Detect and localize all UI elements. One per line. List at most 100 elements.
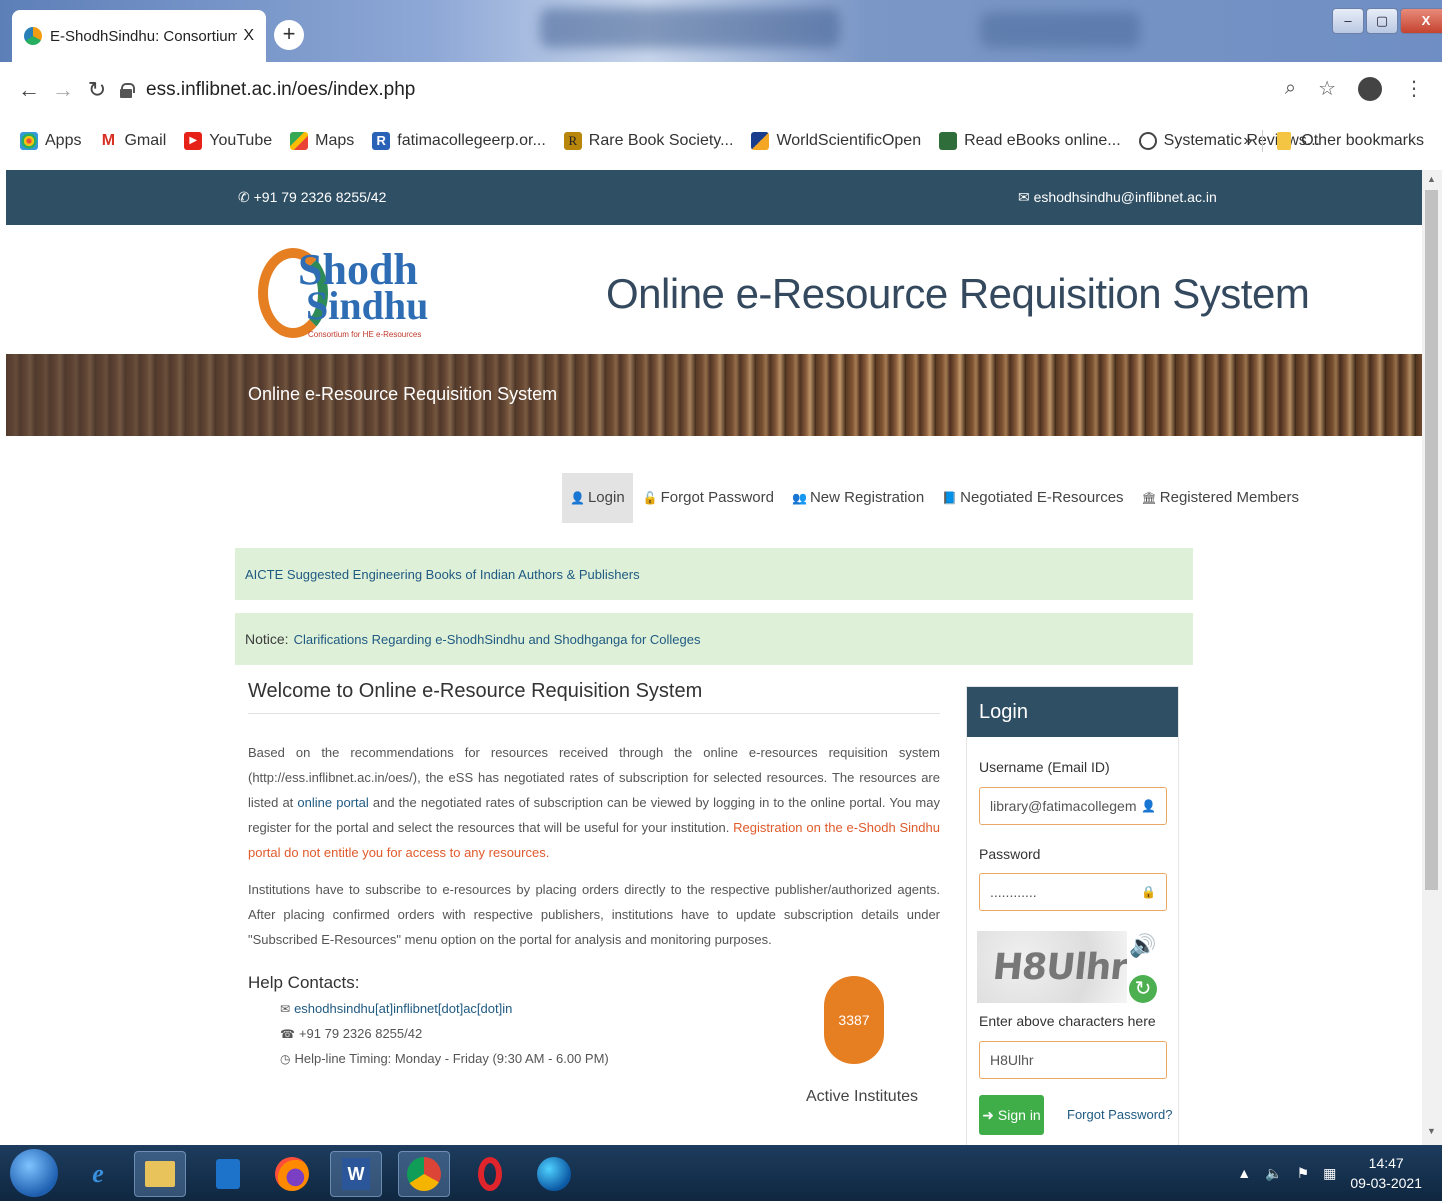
bookmark-label: Read eBooks online...	[964, 132, 1121, 149]
institution-icon: 🏛	[1141, 491, 1157, 505]
bookmark-rare-book[interactable]: R Rare Book Society...	[563, 132, 734, 150]
browser-tab[interactable]: E-ShodhSindhu: Consortium for I X	[12, 10, 266, 62]
rare-book-icon: R	[563, 132, 582, 150]
password-field[interactable]: ............ 🔒	[979, 873, 1167, 911]
envelope-icon: ✉	[280, 1002, 291, 1016]
active-institutes-count: 3387	[824, 976, 884, 1064]
help-phone-text: +91 79 2326 8255/42	[298, 1026, 423, 1041]
lock-icon: 🔒	[1141, 885, 1156, 899]
user-plus-icon: 👥	[792, 491, 807, 505]
start-button[interactable]	[10, 1149, 58, 1197]
tab-close-icon[interactable]: X	[243, 27, 254, 45]
bookmark-maps[interactable]: Maps	[290, 132, 354, 150]
nav-label: Negotiated E-Resources	[960, 489, 1124, 506]
new-tab-button[interactable]: +	[274, 20, 304, 50]
bookmark-label: Gmail	[124, 132, 167, 149]
edge-icon[interactable]	[528, 1151, 580, 1197]
reload-icon[interactable]: ↻	[80, 77, 114, 103]
forward-icon[interactable]: →	[46, 77, 80, 103]
captcha-input[interactable]: H8Ulhr	[979, 1041, 1167, 1079]
gmail-icon: M	[99, 132, 118, 150]
close-window-button[interactable]: X	[1400, 8, 1442, 34]
bookshelf-banner: Online e-Resource Requisition System	[6, 354, 1422, 436]
chrome-icon[interactable]	[398, 1151, 450, 1197]
back-icon[interactable]: ←	[12, 77, 46, 103]
bookmark-apps[interactable]: Apps	[20, 132, 81, 150]
firefox-icon[interactable]	[266, 1151, 318, 1197]
site-title: Online e-Resource Requisition System	[606, 270, 1310, 317]
bookmark-label: Maps	[315, 132, 355, 149]
apps-grid-icon	[20, 132, 38, 150]
menu-dots-icon[interactable]: ⋮	[1404, 76, 1424, 101]
internet-explorer-icon[interactable]: e	[72, 1151, 124, 1197]
nav-negotiated-eresources[interactable]: 📘 Negotiated E-Resources	[934, 473, 1131, 523]
more-bookmarks-icon[interactable]: »	[1243, 132, 1252, 150]
refresh-captcha-icon[interactable]: ↻	[1129, 975, 1157, 1003]
nav-forgot-password[interactable]: 🔓 Forgot Password	[635, 473, 782, 523]
scrollbar-thumb[interactable]	[1425, 190, 1438, 890]
bookmark-star-icon[interactable]: ☆	[1318, 76, 1336, 101]
bookmark-gmail[interactable]: M Gmail	[99, 132, 166, 150]
banner-overlay	[6, 354, 1422, 436]
clock-date: 09-03-2021	[1350, 1175, 1422, 1191]
minimize-button[interactable]: –	[1332, 8, 1364, 34]
url-input[interactable]: ess.inflibnet.ac.in/oes/index.php	[120, 71, 1370, 109]
bookmarks-right: » Other bookmarks	[1243, 130, 1424, 152]
online-portal-link[interactable]: online portal	[297, 795, 368, 810]
word-icon[interactable]: W	[330, 1151, 382, 1197]
nav-label: Login	[587, 489, 625, 506]
eshodhsindhu-logo[interactable]: Shodh Sindhu Consortium for HE e-Resourc…	[258, 245, 428, 344]
zoom-icon[interactable]: ⌕	[1285, 77, 1296, 100]
clock[interactable]: 14:47 09-03-2021	[1350, 1153, 1422, 1193]
phone-icon: ☎	[280, 1027, 295, 1041]
network-icon[interactable]: ▦	[1323, 1165, 1336, 1182]
volume-icon[interactable]: 🔈	[1265, 1165, 1282, 1182]
bookmark-fatimacollege[interactable]: Rfatimacollegeerp.or...	[372, 132, 546, 150]
help-email[interactable]: ✉ eshodhsindhu[at]inflibnet[dot]ac[dot]in	[280, 1001, 512, 1016]
action-center-icon[interactable]: ⚑	[1297, 1165, 1310, 1182]
page-scrollbar[interactable]: ▲ ▼	[1422, 170, 1442, 1145]
bookmark-read-ebooks[interactable]: Read eBooks online...	[939, 132, 1121, 150]
phone-text: +91 79 2326 8255/42	[253, 189, 387, 205]
bookmark-worldscientific[interactable]: WorldScientificOpen	[751, 132, 921, 150]
tabstrip-blur	[540, 8, 840, 48]
ebook-icon	[939, 132, 958, 150]
site-favicon-icon	[24, 27, 42, 45]
aicte-link[interactable]: AICTE Suggested Engineering Books of Ind…	[245, 567, 640, 582]
sign-in-label: Sign in	[997, 1107, 1041, 1123]
url-text: ess.inflibnet.ac.in/oes/index.php	[146, 79, 416, 100]
nav-new-registration[interactable]: 👥 New Registration	[784, 473, 932, 523]
media-player-icon[interactable]	[202, 1151, 254, 1197]
systematic-reviews-icon	[1138, 132, 1157, 150]
opera-icon[interactable]	[464, 1151, 516, 1197]
tray-expand-icon[interactable]: ▲	[1237, 1165, 1251, 1181]
nav-label: New Registration	[809, 489, 925, 506]
help-timing: ◷ Help-line Timing: Monday - Friday (9:30…	[280, 1051, 609, 1066]
nav-registered-members[interactable]: 🏛 Registered Members	[1134, 473, 1307, 523]
banner-text: Online e-Resource Requisition System	[248, 384, 558, 404]
profile-avatar-icon[interactable]	[1358, 76, 1382, 101]
clock-time: 14:47	[1368, 1155, 1404, 1171]
bookmark-label: Rare Book Society...	[588, 132, 734, 149]
nav-login[interactable]: 👤 Login	[562, 473, 633, 523]
file-explorer-icon[interactable]	[134, 1151, 186, 1197]
topbar-email[interactable]: ✉ eshodhsindhu@inflibnet.ac.in	[1018, 189, 1217, 206]
other-bookmarks[interactable]: Other bookmarks	[1301, 132, 1424, 150]
forgot-password-link[interactable]: Forgot Password?	[1067, 1107, 1173, 1122]
scroll-up-icon[interactable]: ▲	[1427, 174, 1436, 184]
audio-captcha-icon[interactable]: 🔊	[1129, 933, 1156, 959]
scroll-down-icon[interactable]: ▼	[1427, 1126, 1436, 1136]
folder-icon	[1277, 132, 1292, 150]
bookmarks-bar: Apps M Gmail ▶ YouTube Maps Rfatimacollege…	[0, 118, 1442, 164]
sign-in-button[interactable]: ➜ Sign in	[979, 1095, 1044, 1135]
maximize-button[interactable]: ▢	[1366, 8, 1398, 34]
contact-topbar: ✆ +91 79 2326 8255/42 ✉ eshodhsindhu@inf…	[6, 170, 1422, 225]
clarification-link[interactable]: Clarifications Regarding e-ShodhSindhu a…	[294, 632, 701, 647]
logo-tagline: Consortium for HE e-Resources	[308, 330, 422, 339]
bookmark-youtube[interactable]: ▶ YouTube	[184, 132, 272, 150]
bookmark-label: fatimacollegeerp.or...	[397, 132, 546, 149]
intro-paragraph: Based on the recommendations for resourc…	[248, 740, 940, 865]
username-field[interactable]: library@fatimacollegem 👤	[979, 787, 1167, 825]
login-panel: Login Username (Email ID) library@fatima…	[966, 686, 1179, 1145]
notice-label: Notice:	[245, 631, 289, 647]
